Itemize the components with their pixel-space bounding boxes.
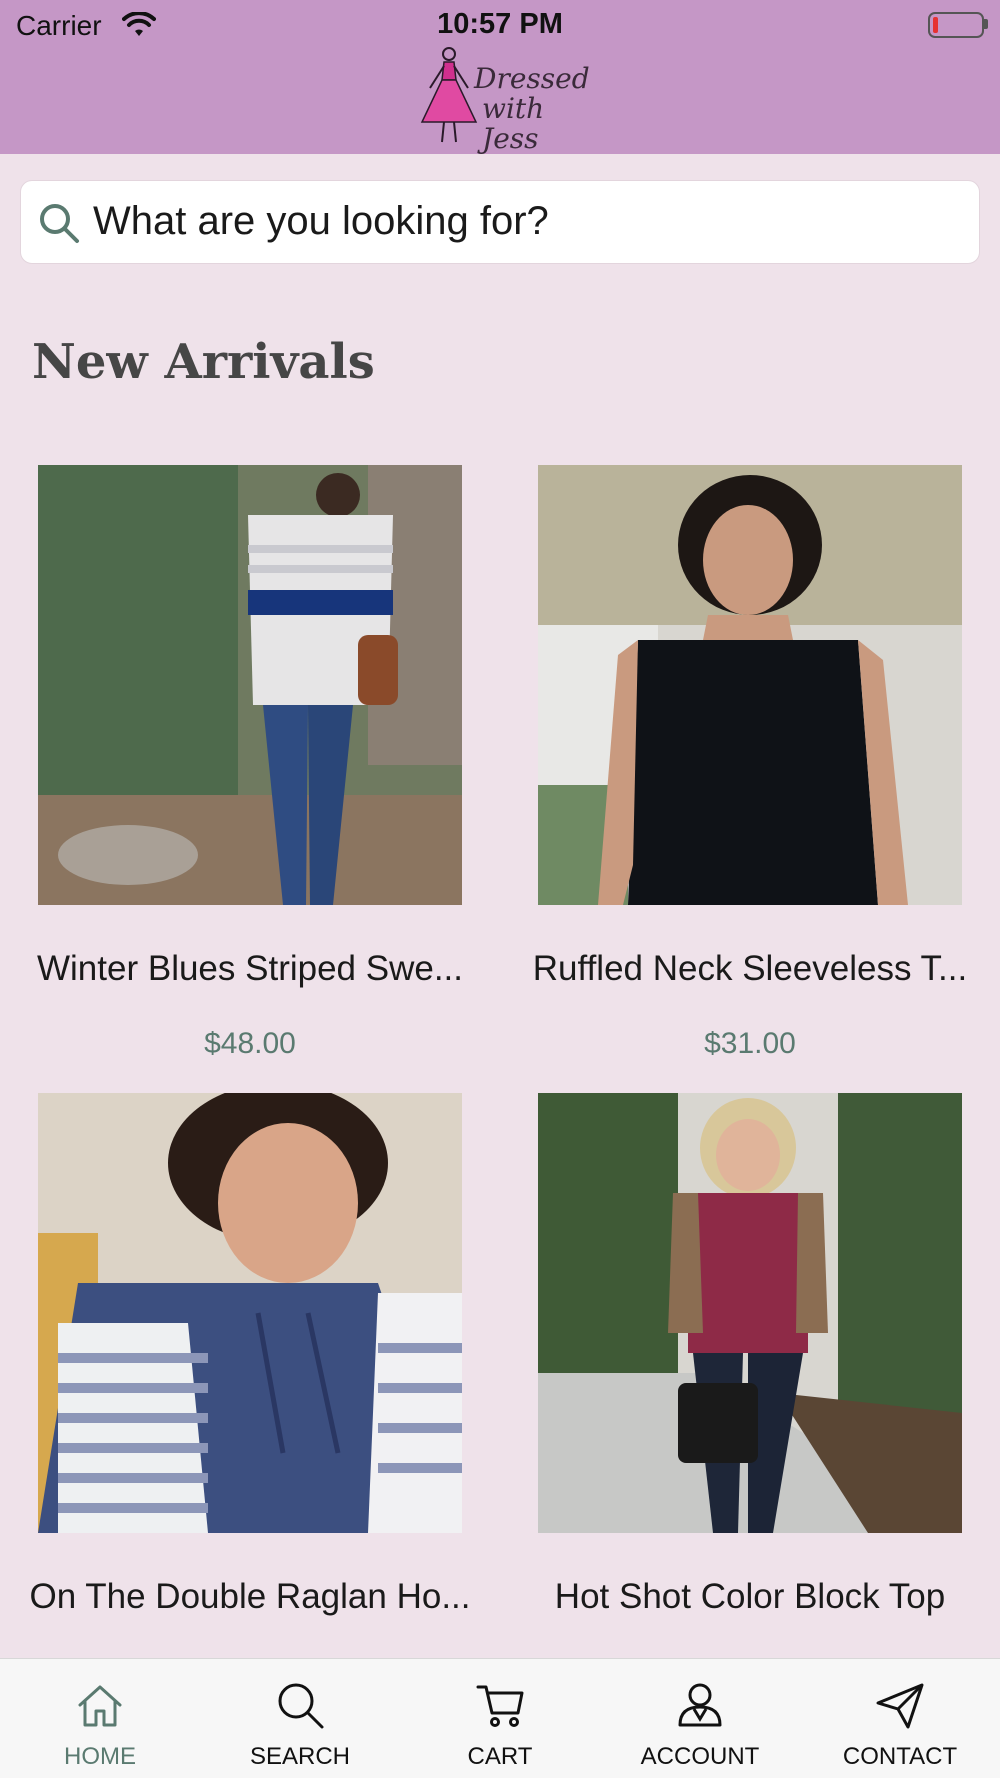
product-name[interactable]: Winter Blues Striped Swe...	[0, 949, 500, 989]
battery-level	[933, 17, 938, 33]
battery-cap	[984, 19, 988, 29]
product-photo-sweater	[38, 465, 462, 905]
product-photo-sleeveless	[538, 465, 962, 905]
product-name[interactable]: Hot Shot Color Block Top	[500, 1577, 1000, 1617]
tab-contact[interactable]: CONTACT	[800, 1659, 1000, 1778]
tab-home[interactable]: HOME	[0, 1659, 200, 1778]
tab-label: SEARCH	[249, 1743, 351, 1770]
search-input[interactable]: What are you looking for?	[20, 180, 980, 264]
logo-line-2: with Jess	[482, 92, 545, 155]
cart-icon	[476, 1685, 524, 1727]
tab-label: CONTACT	[842, 1743, 958, 1770]
tab-search[interactable]: SEARCH	[200, 1659, 400, 1778]
search-placeholder: What are you looking for?	[93, 199, 549, 243]
account-icon	[678, 1683, 722, 1727]
search-icon	[278, 1683, 324, 1729]
product-name[interactable]: Ruffled Neck Sleeveless T...	[500, 949, 1000, 989]
tab-label: ACCOUNT	[640, 1743, 760, 1770]
section-title: New Arrivals	[32, 334, 375, 390]
product-image[interactable]	[38, 1093, 462, 1533]
send-icon	[876, 1683, 924, 1729]
tab-label: CART	[467, 1743, 533, 1770]
logo-text: Dressed with Jess	[474, 64, 594, 154]
product-price: $31.00	[704, 1027, 796, 1060]
product-image[interactable]	[538, 1093, 962, 1533]
tab-cart[interactable]: CART	[400, 1659, 600, 1778]
home-icon	[78, 1685, 122, 1727]
product-image[interactable]	[38, 465, 462, 905]
product-price: $48.00	[204, 1027, 296, 1060]
tab-label: HOME	[64, 1743, 136, 1770]
product-image[interactable]	[538, 465, 962, 905]
product-photo-color-block	[538, 1093, 962, 1533]
tab-account[interactable]: ACCOUNT	[600, 1659, 800, 1778]
battery-icon	[928, 12, 984, 38]
product-name[interactable]: On The Double Raglan Ho...	[0, 1577, 500, 1617]
product-photo-raglan-hoodie	[38, 1093, 462, 1533]
app-screen: Carrier 10:57 PM Dressed with Jess What …	[0, 0, 1000, 1778]
brand-logo[interactable]: Dressed with Jess	[414, 44, 594, 154]
header: Carrier 10:57 PM Dressed with Jess	[0, 0, 1000, 154]
tab-bar: HOME SEARCH CART ACCOUNT CONTACT	[0, 1658, 1000, 1778]
logo-line-1: Dressed	[474, 62, 590, 95]
search-icon	[40, 204, 79, 243]
status-time: 10:57 PM	[437, 8, 563, 40]
